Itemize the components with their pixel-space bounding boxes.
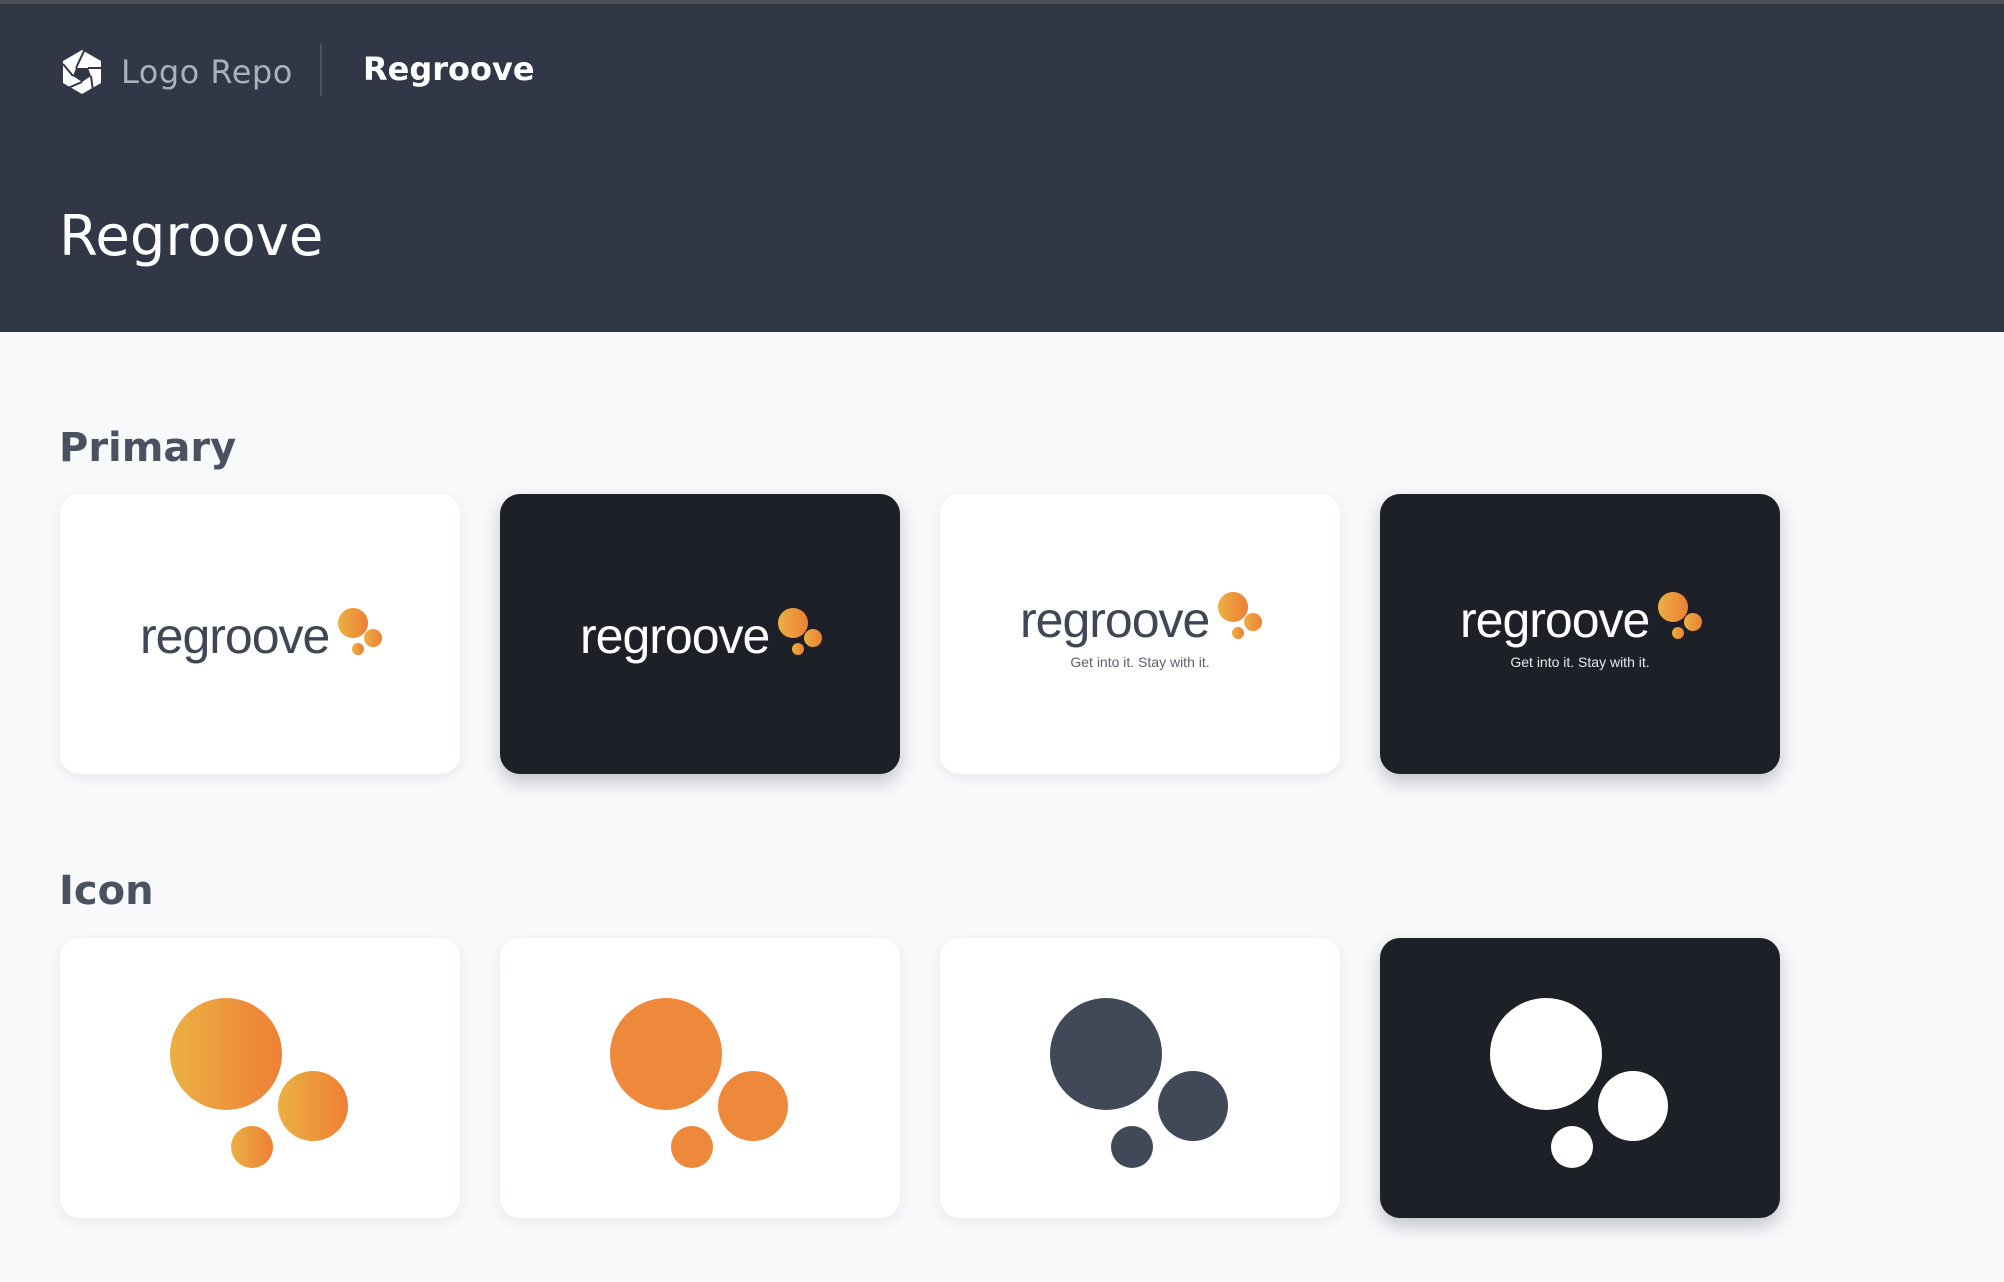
- breadcrumb-divider: [320, 44, 322, 96]
- icon-card-white-on-dark[interactable]: [1380, 938, 1780, 1218]
- breadcrumb-current[interactable]: Regroove: [363, 50, 535, 88]
- regroove-logo: regroove: [580, 608, 822, 664]
- bubbles-icon: [1490, 998, 1668, 1168]
- regroove-logo: regroove: [140, 608, 382, 664]
- logo-card-tagline-light[interactable]: regroove Get into it. Stay with it.: [940, 494, 1340, 774]
- icon-card-gradient[interactable]: [60, 938, 460, 1218]
- icon-card-orange[interactable]: [500, 938, 900, 1218]
- bubbles-icon: [170, 998, 348, 1168]
- logo-tagline: Get into it. Stay with it.: [1070, 654, 1209, 670]
- regroove-logo-with-tagline: regroove Get into it. Stay with it.: [1460, 592, 1702, 670]
- regroove-logo-with-tagline: regroove Get into it. Stay with it.: [1020, 592, 1262, 670]
- section-title-icon: Icon: [59, 868, 154, 914]
- logo-card-primary-light[interactable]: regroove: [60, 494, 460, 774]
- logo-wordmark: regroove: [1020, 592, 1209, 648]
- bubbles-icon: [610, 998, 788, 1168]
- app-name: Logo Repo: [121, 53, 293, 91]
- logo-wordmark: regroove: [580, 608, 769, 664]
- icon-card-slate[interactable]: [940, 938, 1340, 1218]
- page-title: Regroove: [59, 204, 324, 269]
- logo-card-primary-dark[interactable]: regroove: [500, 494, 900, 774]
- bubbles-icon: [1050, 998, 1228, 1168]
- page-header: Logo Repo Regroove Regroove: [0, 4, 2004, 332]
- section-title-primary: Primary: [59, 425, 237, 471]
- aperture-logo-icon: [62, 50, 101, 94]
- brand-link[interactable]: Logo Repo: [59, 44, 293, 100]
- logo-wordmark: regroove: [1460, 592, 1649, 648]
- logo-wordmark: regroove: [140, 608, 329, 664]
- logo-tagline: Get into it. Stay with it.: [1510, 654, 1649, 670]
- logo-card-tagline-dark[interactable]: regroove Get into it. Stay with it.: [1380, 494, 1780, 774]
